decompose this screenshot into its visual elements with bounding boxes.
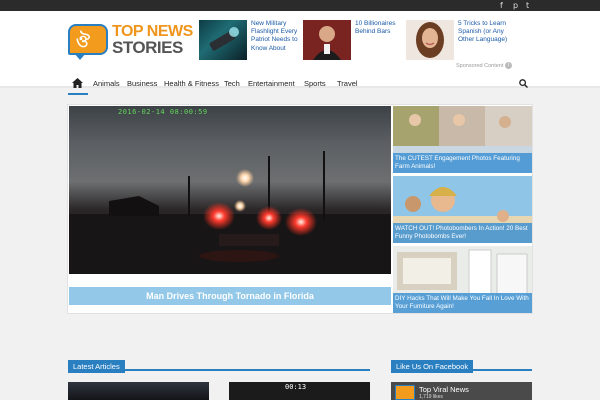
pinterest-icon[interactable]: p <box>513 1 518 10</box>
nav-item-tech[interactable]: Tech <box>224 79 240 88</box>
nav-item-entertainment[interactable]: Entertainment <box>248 79 295 88</box>
info-icon[interactable]: i <box>505 62 512 69</box>
facebook-header: Like Us On Facebook <box>391 356 532 373</box>
thumb-2-timestamp: 00:13 <box>285 383 307 391</box>
site-header: ঔ TOP NEWS STORIES New Military Flashlig… <box>0 11 600 95</box>
sponsored-ad-2[interactable]: 10 Billionaires Behind Bars <box>303 20 413 60</box>
flashlight-image[interactable] <box>199 20 247 60</box>
featured-caption[interactable]: Man Drives Through Tornado in Florida <box>69 287 391 305</box>
featured-block: 2016-02-14 08:00:59 Man Drives Through T… <box>67 104 533 314</box>
search-icon[interactable] <box>519 79 528 88</box>
nav-item-animals[interactable]: Animals <box>93 79 120 88</box>
facebook-title: Like Us On Facebook <box>391 360 474 373</box>
facebook-page-logo <box>395 385 415 400</box>
billionaire-image[interactable] <box>303 20 351 60</box>
woman-image[interactable] <box>406 20 454 60</box>
video-timestamp: 2016-02-14 08:00:59 <box>118 108 208 116</box>
home-button[interactable] <box>68 74 88 95</box>
sponsored-ad-1[interactable]: New Military Flashlight Every Patriot Ne… <box>199 20 319 60</box>
nav-item-business[interactable]: Business <box>127 79 157 88</box>
nav-item-health-fitness[interactable]: Health & Fitness <box>164 79 219 88</box>
facebook-page-name[interactable]: Top Viral News <box>419 385 469 394</box>
sponsored-ad-3[interactable]: 5 Tricks to Learn Spanish (or Any Other … <box>406 20 532 60</box>
sponsored-content-label[interactable]: Sponsored Content <box>456 63 503 69</box>
facebook-icon[interactable]: f <box>500 1 503 10</box>
top-bar: f p t <box>0 0 600 11</box>
nav-item-travel[interactable]: Travel <box>337 79 358 88</box>
facebook-page-likes: 1,719 likes <box>419 394 443 400</box>
side-article-1[interactable]: The CUTEST Engagement Photos Featuring F… <box>393 106 532 173</box>
twitter-icon[interactable]: t <box>526 1 529 10</box>
side-article-2[interactable]: WATCH OUT! Photobombers In Action! 20 Be… <box>393 176 532 243</box>
home-icon <box>72 78 83 88</box>
site-logo[interactable]: ঔ TOP NEWS STORIES <box>68 23 198 60</box>
latest-articles-header: Latest Articles <box>68 356 370 373</box>
latest-articles-title: Latest Articles <box>68 360 125 373</box>
logo-badge: ঔ <box>68 24 108 60</box>
facebook-widget[interactable]: Top Viral News 1,719 likes <box>391 382 532 400</box>
side-article-1-caption[interactable]: The CUTEST Engagement Photos Featuring F… <box>393 153 532 173</box>
latest-article-thumb-2[interactable]: 00:13 <box>229 382 370 400</box>
latest-article-thumb-1[interactable] <box>68 382 209 400</box>
side-article-2-caption[interactable]: WATCH OUT! Photobombers In Action! 20 Be… <box>393 223 532 243</box>
logo-title-line2: STORIES <box>112 38 183 57</box>
nav-item-sports[interactable]: Sports <box>304 79 326 88</box>
featured-video[interactable]: 2016-02-14 08:00:59 <box>69 106 391 274</box>
main-nav: Animals Business Health & Fitness Tech E… <box>68 74 532 95</box>
side-article-3[interactable]: DIY Hacks That Will Make You Fall In Lov… <box>393 246 532 313</box>
storm-scene-details <box>69 151 391 274</box>
side-article-3-caption[interactable]: DIY Hacks That Will Make You Fall In Lov… <box>393 293 532 313</box>
ad-3-text[interactable]: 5 Tricks to Learn Spanish (or Any Other … <box>458 20 520 45</box>
